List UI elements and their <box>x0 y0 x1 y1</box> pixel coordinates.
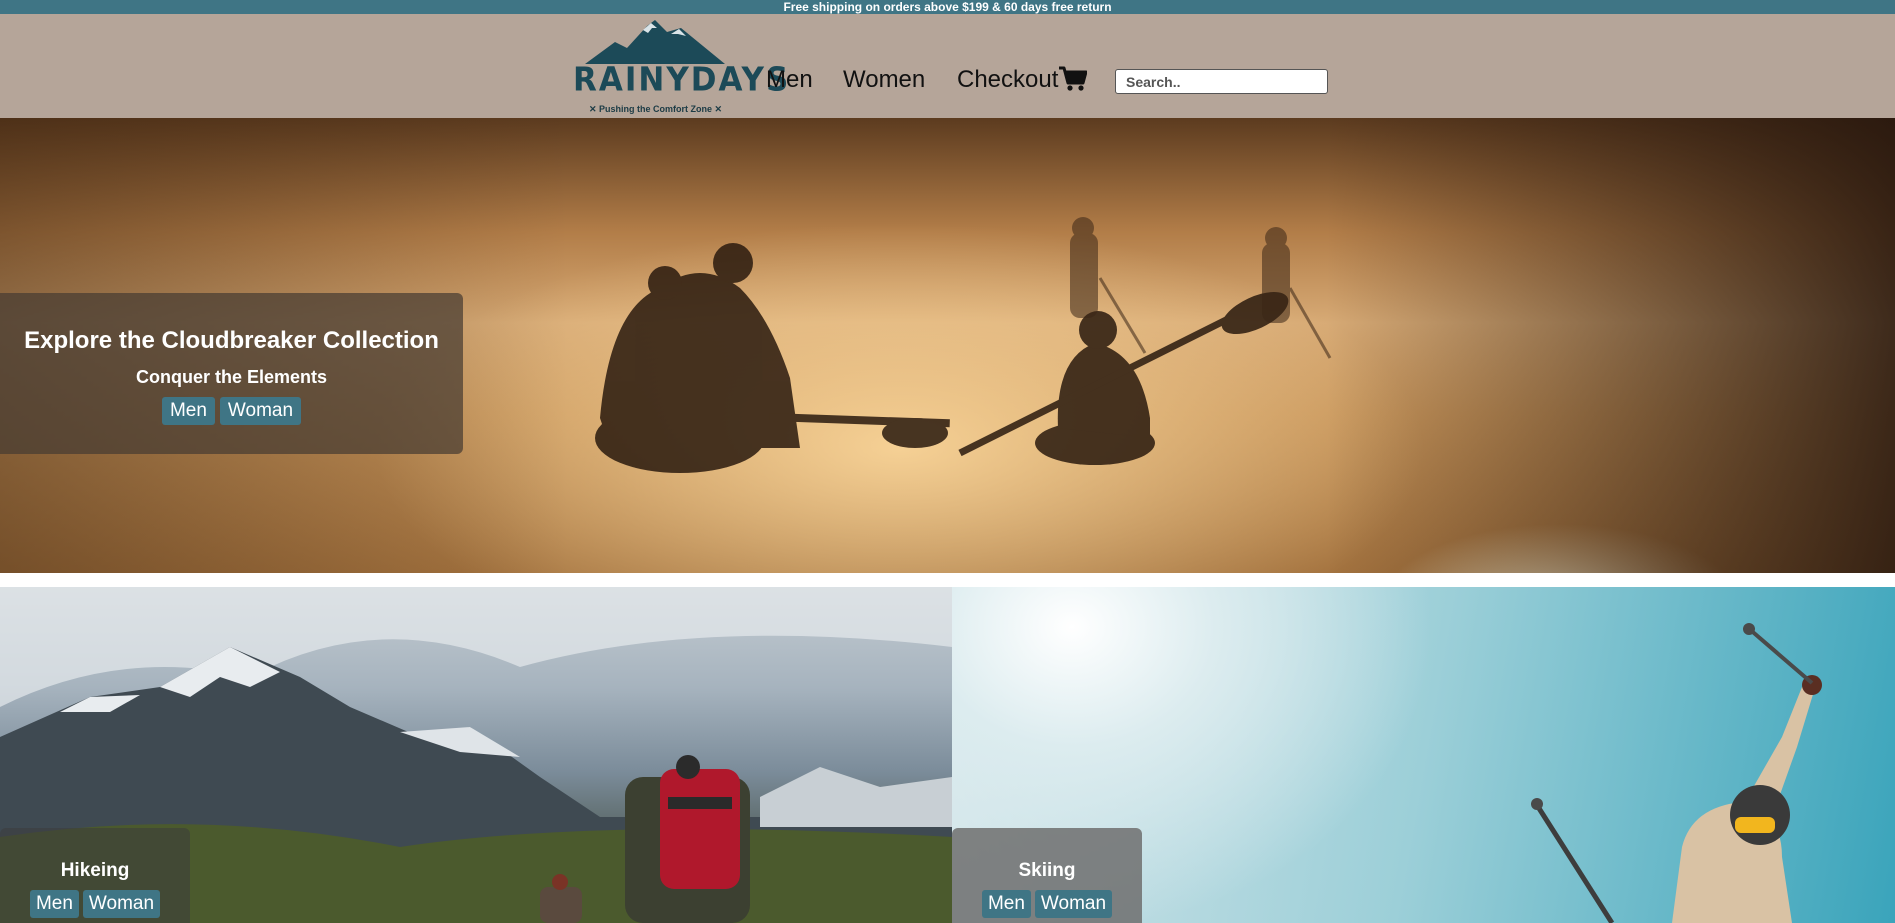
hiking-title: Hikeing <box>60 860 130 881</box>
hero-woman-button[interactable]: Woman <box>219 397 302 425</box>
hiking-buttons: Men Woman <box>0 890 190 918</box>
hero-card: Explore the Cloudbreaker Collection Conq… <box>0 293 463 454</box>
hiker-figure <box>625 755 750 923</box>
hero-title: Explore the Cloudbreaker Collection <box>24 327 439 354</box>
skiing-woman-button[interactable]: Woman <box>1034 890 1113 918</box>
hero-subtitle: Conquer the Elements <box>135 367 328 387</box>
skiing-title: Skiing <box>1018 860 1076 881</box>
hiking-men-button[interactable]: Men <box>29 890 79 918</box>
announcement-bar: Free shipping on orders above $199 & 60 … <box>0 0 1895 14</box>
site-header: RAINYDAYS ✕ Pushing the Comfort Zone ✕ M… <box>0 14 1895 118</box>
skiing-buttons: Men Woman <box>952 890 1142 918</box>
skier-figure <box>1531 623 1822 923</box>
brand-tagline: ✕ Pushing the Comfort Zone ✕ <box>588 104 723 114</box>
hero-buttons: Men Woman <box>0 397 463 425</box>
skiing-men-button[interactable]: Men <box>981 890 1031 918</box>
hero-banner: Explore the Cloudbreaker Collection Conq… <box>0 118 1895 573</box>
hiking-card: Hikeing Men Woman <box>0 828 190 923</box>
skiing-category-tile: Skiing Men Woman <box>952 587 1895 923</box>
nav-men-link[interactable]: Men <box>766 66 813 94</box>
nav-women-link[interactable]: Women <box>843 66 925 94</box>
hiking-woman-button[interactable]: Woman <box>82 890 161 918</box>
brand-logo[interactable]: RAINYDAYS ✕ Pushing the Comfort Zone ✕ <box>573 20 791 116</box>
search-input[interactable] <box>1115 69 1328 94</box>
hiking-category-tile: Hikeing Men Woman <box>0 587 952 923</box>
announcement-text: Free shipping on orders above $199 & 60 … <box>783 0 1112 14</box>
skiing-card: Skiing Men Woman <box>952 828 1142 923</box>
nav-checkout-link[interactable]: Checkout <box>957 66 1058 94</box>
mountain-icon <box>585 20 725 64</box>
cart-icon[interactable] <box>1059 66 1087 92</box>
brand-wordmark: RAINYDAYS <box>573 61 791 99</box>
hero-men-button[interactable]: Men <box>161 397 215 425</box>
